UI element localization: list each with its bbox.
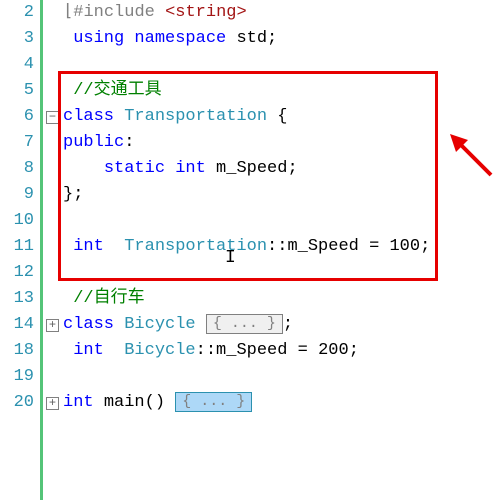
keyword-class: class (63, 315, 114, 334)
dim-bracket: ⌊ (63, 3, 73, 22)
collapsed-block[interactable]: { ... } (175, 392, 252, 412)
code-line[interactable]: int Transportation::m_Speed = 100; (63, 234, 500, 260)
keyword-int: int (73, 237, 104, 256)
type-name: Transportation (124, 107, 267, 126)
keyword-public: public (63, 133, 124, 152)
type-name: Transportation (124, 237, 267, 256)
identifier: std (236, 29, 267, 48)
space (104, 341, 124, 360)
line-number: 9 (0, 182, 34, 208)
space (104, 237, 124, 256)
parens: () (145, 393, 165, 412)
code-line[interactable]: ⌊#include <string> (63, 0, 500, 26)
line-number-gutter: 2 3 4 5 6 7 8 9 10 11 12 13 14 18 19 20 (0, 0, 40, 500)
semicolon: ; (73, 185, 83, 204)
fold-toggle-plus[interactable]: + (46, 319, 59, 332)
angle-lt: < (165, 3, 175, 22)
code-line[interactable]: int main() { ... } (63, 390, 500, 416)
scope-op: :: (267, 237, 287, 256)
semicolon: ; (349, 341, 359, 360)
header-name: string (175, 3, 236, 22)
equals: = (287, 341, 318, 360)
line-number: 3 (0, 26, 34, 52)
fold-toggle-plus[interactable]: + (46, 397, 59, 410)
line-number: 11 (0, 234, 34, 260)
comment: //交通工具 (73, 81, 161, 100)
brace: { (267, 107, 287, 126)
code-line[interactable]: //自行车 (63, 286, 500, 312)
space (114, 107, 124, 126)
semicolon: ; (283, 315, 293, 334)
code-line[interactable]: public: (63, 130, 500, 156)
space (206, 159, 216, 178)
identifier: m_Speed (216, 341, 287, 360)
code-line[interactable] (63, 52, 500, 78)
line-number: 14 (0, 312, 34, 338)
code-line[interactable]: int Bicycle::m_Speed = 200; (63, 338, 500, 364)
line-number: 8 (0, 156, 34, 182)
space (94, 393, 104, 412)
brace: } (63, 185, 73, 204)
code-line[interactable] (63, 364, 500, 390)
line-number: 2 (0, 0, 34, 26)
semicolon: ; (420, 237, 430, 256)
semicolon: ; (287, 159, 297, 178)
code-line[interactable]: class Bicycle { ... }; (63, 312, 500, 338)
line-number: 4 (0, 52, 34, 78)
line-number: 10 (0, 208, 34, 234)
code-line[interactable] (63, 260, 500, 286)
colon: : (124, 133, 134, 152)
line-number: 6 (0, 104, 34, 130)
number-literal: 200 (318, 341, 349, 360)
equals: = (359, 237, 390, 256)
identifier: m_Speed (216, 159, 287, 178)
keyword-namespace: namespace (124, 29, 236, 48)
fold-toggle-minus[interactable]: − (46, 111, 59, 124)
line-number: 13 (0, 286, 34, 312)
space (165, 159, 175, 178)
fold-column: − + + (43, 0, 63, 500)
keyword-using: using (73, 29, 124, 48)
keyword-static: static (104, 159, 165, 178)
line-number: 19 (0, 364, 34, 390)
identifier: main (104, 393, 145, 412)
line-number: 5 (0, 78, 34, 104)
code-line[interactable] (63, 208, 500, 234)
number-literal: 100 (389, 237, 420, 256)
space (114, 315, 124, 334)
code-line[interactable]: static int m_Speed; (63, 156, 500, 182)
code-line[interactable]: class Transportation { (63, 104, 500, 130)
code-line[interactable]: using namespace std; (63, 26, 500, 52)
keyword-int: int (63, 393, 94, 412)
keyword-int: int (175, 159, 206, 178)
code-editor: 2 3 4 5 6 7 8 9 10 11 12 13 14 18 19 20 … (0, 0, 500, 500)
line-number: 7 (0, 130, 34, 156)
collapsed-block[interactable]: { ... } (206, 314, 283, 334)
line-number: 20 (0, 390, 34, 416)
code-line[interactable]: }; (63, 182, 500, 208)
keyword-int: int (73, 341, 104, 360)
keyword-class: class (63, 107, 114, 126)
identifier: m_Speed (287, 237, 358, 256)
angle-gt: > (237, 3, 247, 22)
preprocessor: #include (73, 3, 165, 22)
comment: //自行车 (73, 289, 144, 308)
indent (63, 159, 104, 178)
type-name: Bicycle (124, 315, 195, 334)
scope-op: :: (196, 341, 216, 360)
type-name: Bicycle (124, 341, 195, 360)
line-number: 18 (0, 338, 34, 364)
semicolon: ; (267, 29, 277, 48)
line-number: 12 (0, 260, 34, 286)
code-line[interactable]: //交通工具 (63, 78, 500, 104)
code-area[interactable]: ⌊#include <string> using namespace std; … (63, 0, 500, 500)
